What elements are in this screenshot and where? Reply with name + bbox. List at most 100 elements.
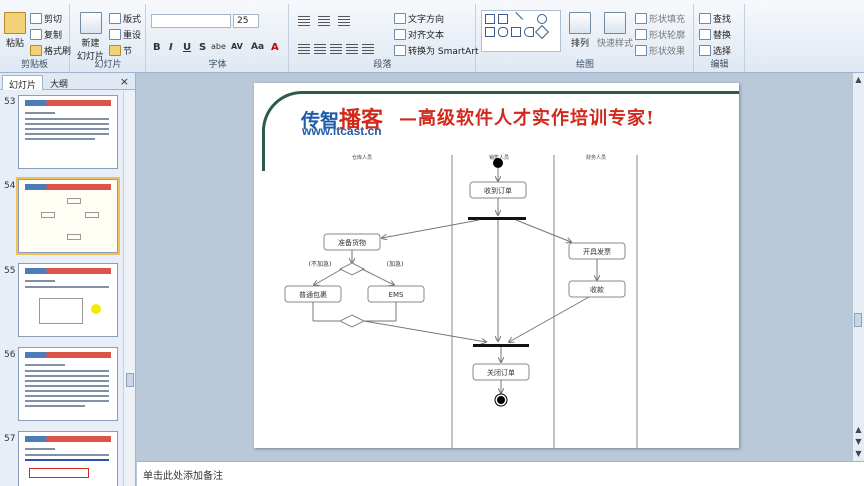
tab-slides[interactable]: 幻灯片: [2, 75, 44, 91]
new-slide-icon: [79, 12, 102, 34]
decision-node: [338, 262, 366, 276]
select-icon: [699, 45, 711, 56]
font-color-button[interactable]: A: [271, 42, 279, 53]
panel-scroll-thumb[interactable]: [126, 373, 134, 387]
panel-scrollbar[interactable]: [123, 91, 135, 486]
triangle-shape-icon[interactable]: [485, 27, 495, 37]
prev-slide-icon[interactable]: ▲: [854, 425, 863, 434]
font-size-input[interactable]: 25: [233, 14, 259, 28]
rect-shape-icon[interactable]: [485, 14, 495, 24]
thumb-line: [25, 280, 55, 282]
case-button[interactable]: Aa: [251, 42, 264, 52]
thumb-logo: [25, 184, 111, 190]
star-shape-icon[interactable]: [534, 24, 550, 40]
next-slide-icon[interactable]: ▼: [854, 437, 863, 446]
cut-button[interactable]: 剪切: [30, 12, 62, 25]
smartart-button[interactable]: 转换为 SmartArt: [394, 44, 478, 57]
thumb-line: [25, 459, 109, 461]
shapes-gallery[interactable]: [481, 10, 561, 52]
copy-button[interactable]: 复制: [30, 28, 62, 41]
indent-icon[interactable]: [338, 16, 350, 26]
text-direction-button[interactable]: 文字方向: [394, 12, 444, 25]
line-shape-icon[interactable]: [508, 11, 524, 27]
underline-button[interactable]: U: [183, 42, 191, 53]
close-icon[interactable]: ×: [120, 75, 129, 88]
effects-icon: [635, 45, 647, 56]
strike-button[interactable]: S: [199, 42, 206, 53]
align-left-icon[interactable]: [298, 44, 310, 54]
activity-diagram: 仓库人员 销售人员 财务人员 收到订单 准备货物 (不加急) (加急) 开具发票…: [284, 154, 638, 448]
join-bar: [473, 344, 529, 347]
arrange-button[interactable]: 排列: [569, 12, 591, 49]
replace-button[interactable]: 替换: [699, 28, 731, 41]
slide-number: 57: [4, 434, 16, 444]
numbering-icon[interactable]: [318, 16, 330, 26]
slide-thumbnail[interactable]: [18, 263, 118, 337]
drawing-group: 排列 快速样式 形状填充 形状轮廓 形状效果 绘图: [477, 4, 694, 72]
thumb-line: [25, 112, 55, 114]
flow-edge: [361, 268, 394, 285]
slide-canvas[interactable]: 传智播客 www.itcast.cn —高级软件人才实作培训专家! 仓库人员 销…: [254, 83, 739, 448]
rect-shape-icon[interactable]: [498, 14, 508, 24]
clipboard-group: 粘贴 剪切 复制 格式刷 剪贴板: [0, 4, 71, 72]
format-painter-button[interactable]: 格式刷: [30, 44, 71, 57]
align-text-button[interactable]: 对齐文本: [394, 28, 444, 41]
scroll-up-icon[interactable]: ▲: [854, 75, 863, 84]
brush-icon: [30, 45, 42, 56]
shape-fill-button[interactable]: 形状填充: [635, 12, 685, 25]
slide-thumbnail[interactable]: [18, 95, 118, 169]
justify-icon[interactable]: [346, 44, 358, 54]
italic-button[interactable]: I: [169, 42, 173, 53]
thumb-line: [25, 286, 109, 288]
flow-edge: [314, 268, 343, 285]
slide-scroll-thumb[interactable]: [854, 313, 862, 327]
distribute-icon[interactable]: [362, 44, 374, 54]
find-button[interactable]: 查找: [699, 12, 731, 25]
reset-button[interactable]: 重设: [109, 28, 141, 41]
arrow-shape-icon[interactable]: [511, 27, 521, 37]
section-button[interactable]: 节: [109, 44, 132, 57]
brace-shape-icon[interactable]: [524, 27, 534, 37]
thumb-shape: [67, 234, 81, 240]
thumb-line: [25, 385, 109, 387]
flow-edge: [363, 320, 486, 342]
slide-editor: 传智播客 www.itcast.cn —高级软件人才实作培训专家! 仓库人员 销…: [137, 73, 852, 461]
spacing-button[interactable]: AV: [231, 42, 243, 51]
layout-button[interactable]: 版式: [109, 12, 141, 25]
thumb-line: [25, 128, 109, 130]
thumb-logo: [25, 100, 111, 106]
reset-icon: [109, 29, 121, 40]
slide-thumbnail[interactable]: [18, 431, 118, 486]
flow-edge: [382, 219, 480, 238]
slide-thumbnail[interactable]: [18, 347, 118, 421]
thumb-line: [25, 380, 109, 382]
slide-thumbnail-selected[interactable]: [16, 177, 120, 255]
slide-scrollbar[interactable]: ▲ ▲ ▼ ▼: [852, 73, 864, 461]
thumb-line: [25, 133, 109, 135]
quick-styles-button[interactable]: 快速样式: [597, 12, 633, 49]
activity-label: EMS: [389, 291, 404, 299]
shadow-button[interactable]: abe: [211, 42, 226, 51]
tab-outline[interactable]: 大纲: [44, 75, 74, 90]
thumb-shape: [29, 468, 89, 478]
bullets-icon[interactable]: [298, 16, 310, 26]
activity-label: 准备货物: [338, 238, 366, 247]
lane-header-finance: 财务人员: [586, 154, 606, 161]
activity-label: 关闭订单: [487, 368, 515, 377]
scroll-down-icon[interactable]: ▼: [854, 449, 863, 458]
bold-button[interactable]: B: [153, 42, 161, 53]
paste-button[interactable]: 粘贴: [4, 12, 26, 49]
thumb-line: [25, 400, 109, 402]
notes-pane[interactable]: 单击此处添加备注: [137, 461, 864, 486]
shape-outline-button[interactable]: 形状轮廓: [635, 28, 685, 41]
align-center-icon[interactable]: [314, 44, 326, 54]
oval-shape-icon[interactable]: [537, 14, 547, 24]
select-button[interactable]: 选择: [699, 44, 731, 57]
rounded-shape-icon[interactable]: [498, 27, 508, 37]
align-right-icon[interactable]: [330, 44, 342, 54]
new-slide-button[interactable]: 新建 幻灯片: [77, 12, 104, 62]
font-name-input[interactable]: [151, 14, 231, 28]
activity-label: 收款: [590, 285, 604, 294]
font-label: 字体: [208, 60, 227, 70]
shape-effects-button[interactable]: 形状效果: [635, 44, 685, 57]
